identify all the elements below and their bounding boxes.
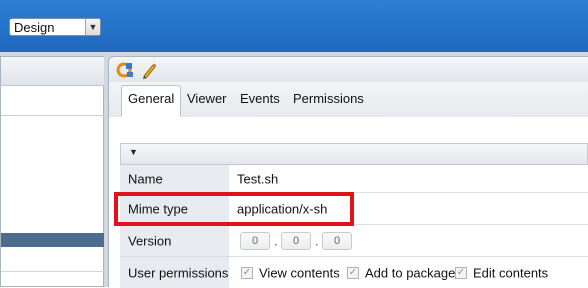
- mime-type-highlight-box: [114, 192, 354, 226]
- refresh-icon[interactable]: [116, 61, 134, 79]
- version-fields: 0 . 0 . 0: [229, 225, 588, 256]
- version-separator: .: [315, 233, 319, 248]
- version-patch-field[interactable]: 0: [322, 231, 352, 250]
- version-major-field[interactable]: 0: [240, 231, 270, 250]
- tab-bar: General Viewer Events Permissions: [109, 82, 588, 118]
- left-panel: [0, 56, 104, 287]
- user-permissions-options: ✓ View contents ✓ Add to package ✓ Edit …: [229, 257, 588, 288]
- view-contents-label: View contents: [259, 265, 340, 280]
- version-row: Version 0 . 0 . 0: [120, 225, 588, 257]
- mode-select[interactable]: Design ▼: [9, 18, 101, 36]
- tab-viewer[interactable]: Viewer: [187, 91, 227, 106]
- left-panel-header: [1, 57, 104, 86]
- tab-permissions[interactable]: Permissions: [293, 91, 364, 106]
- properties-toolbar: [109, 57, 588, 82]
- left-panel-selected-row[interactable]: [1, 233, 104, 247]
- name-row: Name Test.sh: [120, 165, 588, 193]
- top-bar: Design ▼: [0, 0, 588, 52]
- mode-select-value: Design: [14, 20, 55, 35]
- properties-panel: General Viewer Events Permissions ▼ Name…: [108, 56, 588, 288]
- tab-general[interactable]: General: [121, 85, 182, 117]
- user-permissions-label: User permissions: [120, 257, 229, 288]
- add-to-package-checkbox[interactable]: ✓ Add to package: [347, 265, 455, 280]
- collapse-arrow-icon[interactable]: ▼: [129, 147, 138, 157]
- left-panel-divider: [1, 271, 104, 272]
- version-label: Version: [120, 225, 229, 256]
- user-permissions-row: User permissions ✓ View contents ✓ Add t…: [120, 257, 588, 288]
- tab-events[interactable]: Events: [240, 91, 280, 106]
- version-minor-field[interactable]: 0: [281, 231, 311, 250]
- version-separator: .: [274, 233, 278, 248]
- checkmark-icon: ✓: [241, 266, 253, 279]
- edit-contents-label: Edit contents: [473, 265, 549, 280]
- edit-contents-checkbox[interactable]: ✓ Edit contents: [455, 265, 555, 280]
- section-header[interactable]: ▼: [120, 143, 588, 165]
- name-value[interactable]: Test.sh: [229, 165, 588, 192]
- checkmark-icon: ✓: [347, 266, 359, 279]
- name-label: Name: [120, 165, 229, 192]
- chevron-down-icon[interactable]: ▼: [85, 19, 100, 35]
- view-contents-checkbox[interactable]: ✓ View contents: [241, 265, 341, 280]
- add-to-package-label: Add to package: [365, 265, 456, 280]
- left-panel-subheader: [1, 85, 104, 116]
- checkmark-icon: ✓: [455, 266, 467, 279]
- pencil-icon[interactable]: [140, 61, 158, 79]
